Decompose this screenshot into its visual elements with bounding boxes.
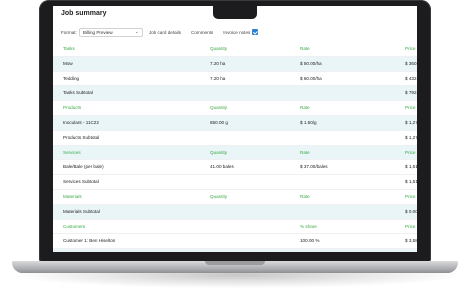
item-cell: Bale/Bale (per bale) [63, 164, 104, 170]
rate-cell: Rate [300, 105, 310, 111]
item-cell: Mow [63, 60, 73, 66]
rate-cell: 100.00 % [300, 238, 320, 244]
rate-cell: $ 37.00/bales [300, 164, 328, 170]
laptop-base-groove [205, 261, 265, 265]
item-cell: Tasks Subtotal [63, 90, 93, 96]
rate-cell: Rate [300, 46, 310, 51]
quantity-cell: 850.00 g [210, 119, 228, 125]
format-select-value: Billing Preview [82, 29, 113, 35]
price-cell: $ 1,275.00 [405, 134, 417, 140]
section-header-row: Tasks Quantity Rate Price [53, 42, 417, 57]
format-select[interactable]: Billing Preview ⌄ [78, 27, 143, 37]
comments-button[interactable]: Comments [191, 30, 213, 35]
section-header-row: Materials Quantity Rate Price [53, 190, 417, 205]
quantity-cell: Quantity [210, 193, 228, 199]
subtotal-row: Materials Subtotal $ 0.00 [53, 204, 417, 220]
section-header-row: Services Quantity Rate Price [53, 145, 417, 161]
price-cell: $ 1,275.00 [405, 119, 417, 125]
summary-table: Tasks Quantity Rate Price Mow 7.20 ha $ 50.00/… [53, 42, 417, 252]
table-row: Bale/Bale (per bale) 41.00 bales $ 37.00/b… [53, 160, 417, 176]
price-cell: $ 0.00 [405, 208, 417, 214]
table-row [53, 249, 417, 252]
price-cell: $ 360.00 [405, 60, 417, 66]
format-label: Format: [61, 29, 77, 35]
quantity-cell: 7.20 ha [210, 75, 226, 81]
subtotal-row: Tasks Subtotal $ 792.00 [53, 86, 417, 102]
table-row: Inoculant - 11C22 850.00 g $ 1.50/g $ 1,275… [53, 115, 417, 131]
price-cell: $ 432.00 [405, 75, 417, 81]
item-cell: Products Subtotal [63, 134, 100, 140]
invoice-notes-label: Invoice notes [223, 29, 251, 35]
panel-title: Job summary [61, 10, 107, 17]
table-row: Mow 7.20 ha $ 50.00/ha $ 360.00 [53, 56, 417, 72]
rate-cell: $ 1.50/g [300, 119, 317, 125]
table-row: Customer 1: Ben Hiselton 100.00 % $ 3,584.… [53, 234, 417, 250]
price-cell: Price [405, 223, 416, 229]
quantity-cell: 41.00 bales [210, 164, 234, 170]
section-header-row: Customers % share Price [53, 220, 417, 235]
subtotal-row: Services Subtotal $ 1,517.00 [53, 175, 417, 190]
item-cell: Products [63, 105, 82, 111]
item-cell: Inoculant - 11C22 [63, 119, 99, 125]
item-cell: Services [63, 149, 81, 155]
quantity-cell: Quantity [210, 105, 228, 111]
item-cell: Customer 1: Ben Hiselton [63, 238, 116, 244]
toolbar: Format: Billing Preview ⌄ Job card detai… [61, 26, 259, 38]
price-cell: Price [405, 149, 416, 155]
item-cell: Services Subtotal [63, 179, 99, 185]
price-cell: $ 792.00 [405, 90, 417, 96]
price-cell: Price [405, 46, 416, 51]
table-row: Tedding 7.20 ha $ 60.00/ha $ 432.00 [53, 72, 417, 87]
price-cell: $ 3,584.00 [405, 238, 417, 244]
rate-cell: Rate [300, 149, 310, 155]
price-cell: Price [405, 105, 416, 111]
job-card-details-button[interactable]: Job card details [149, 30, 181, 35]
rate-cell: $ 60.00/ha [300, 75, 322, 81]
chevron-down-icon: ⌄ [134, 29, 139, 35]
section-header-row: Products Quantity Rate Price [53, 101, 417, 116]
item-cell: Materials Subtotal [63, 208, 100, 214]
item-cell: Tedding [63, 75, 80, 81]
quantity-cell: 7.20 ha [210, 60, 226, 66]
rate-cell: % share [300, 223, 317, 229]
item-cell: Customers [63, 223, 86, 229]
price-cell: $ 1,517.00 [405, 164, 417, 170]
rate-cell: $ 50.00/ha [300, 60, 322, 66]
item-cell: Tasks [63, 46, 75, 51]
invoice-notes-checkbox[interactable] [252, 29, 259, 35]
quantity-cell: Quantity [210, 46, 228, 51]
camera-notch [213, 6, 257, 19]
subtotal-row: Products Subtotal $ 1,275.00 [53, 131, 417, 146]
price-cell: Price [405, 193, 416, 199]
laptop-screen: Job summary Format: Billing Preview ⌄ Jo… [53, 6, 417, 252]
price-cell: $ 1,517.00 [405, 179, 417, 185]
rate-cell: Rate [300, 193, 310, 199]
item-cell: Materials [63, 193, 82, 199]
quantity-cell: Quantity [210, 149, 228, 155]
